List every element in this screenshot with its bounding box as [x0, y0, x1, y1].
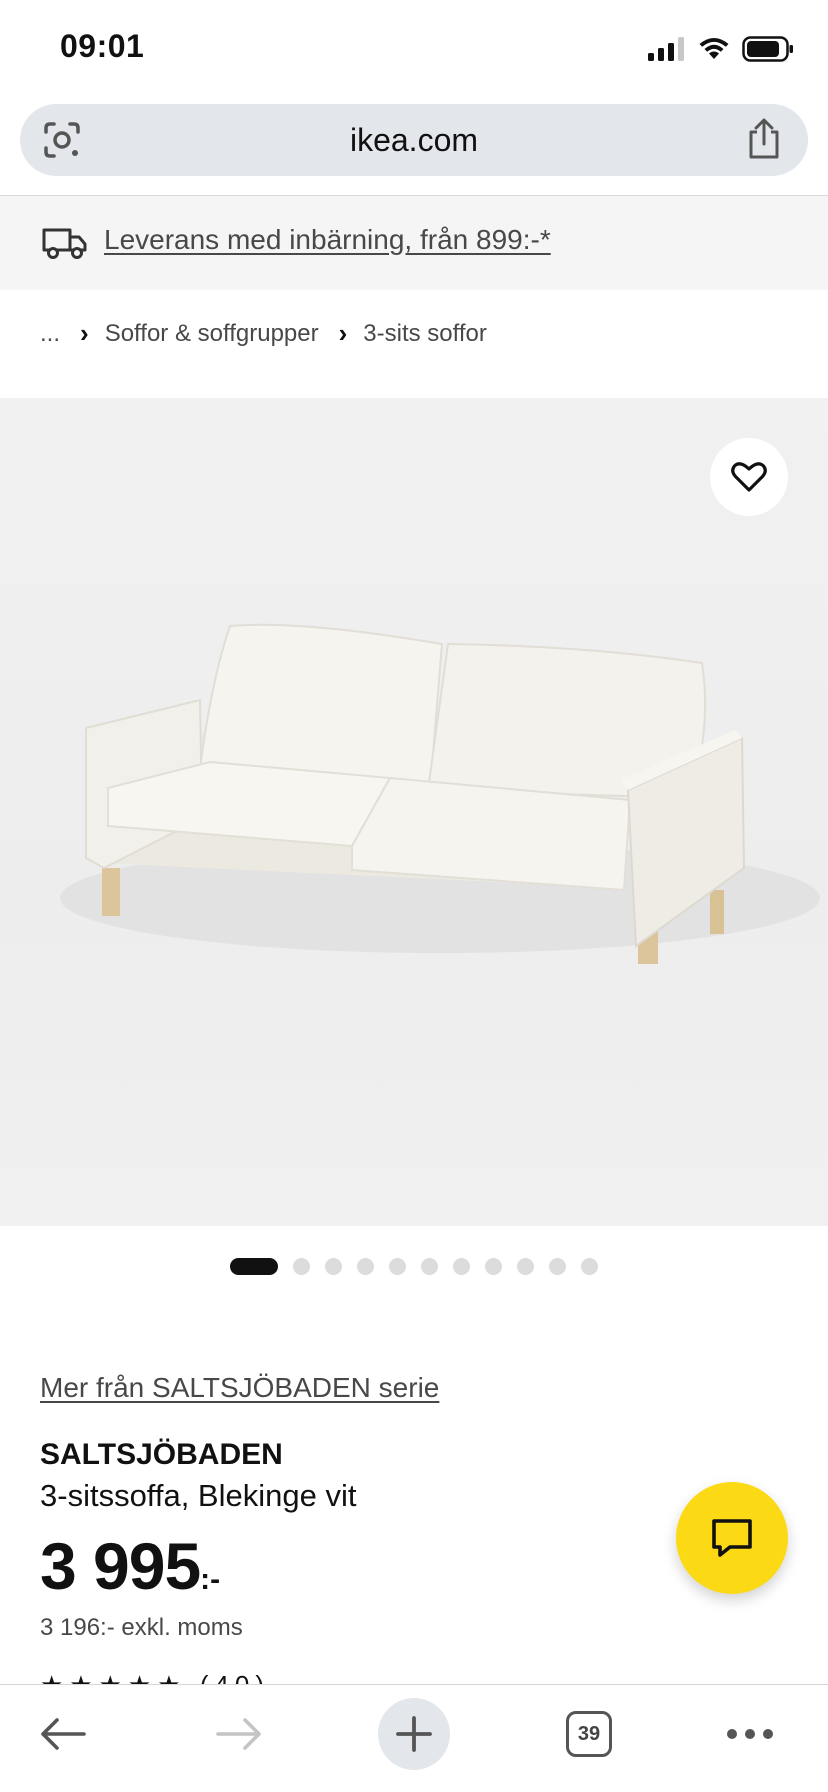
carousel-dot[interactable]	[581, 1258, 598, 1275]
breadcrumb: ... › Soffor & soffgrupper › 3-sits soff…	[40, 318, 487, 349]
carousel-dot-active[interactable]	[230, 1258, 278, 1275]
carousel-dot[interactable]	[389, 1258, 406, 1275]
series-link[interactable]: Mer från SALTSJÖBADEN serie	[40, 1372, 439, 1404]
status-bar: 09:01	[0, 0, 828, 96]
chat-icon	[712, 1519, 752, 1557]
share-icon[interactable]	[746, 118, 782, 160]
carousel-dot[interactable]	[517, 1258, 534, 1275]
url-text[interactable]: ikea.com	[20, 122, 808, 159]
carousel-dot[interactable]	[421, 1258, 438, 1275]
back-button[interactable]	[30, 1695, 96, 1773]
carousel-dot[interactable]	[357, 1258, 374, 1275]
delivery-link[interactable]: Leverans med inbärning, från 899:-*	[104, 224, 551, 256]
carousel-dot[interactable]	[549, 1258, 566, 1275]
price-main: 3 995	[40, 1529, 201, 1603]
product-image[interactable]	[0, 398, 828, 1226]
favorite-button[interactable]	[710, 438, 788, 516]
heart-icon	[731, 462, 767, 492]
status-icons	[648, 36, 794, 62]
browser-toolbar: 39	[0, 1684, 828, 1792]
plus-icon	[396, 1716, 432, 1752]
wifi-icon	[699, 38, 729, 59]
sofa-illustration	[60, 623, 820, 964]
breadcrumb-ellipsis[interactable]: ...	[40, 320, 60, 348]
price-excl-vat: 3 196:- exkl. moms	[40, 1614, 243, 1641]
breadcrumb-item-3-seat-sofas[interactable]: 3-sits soffor	[363, 320, 487, 348]
arrow-left-icon	[41, 1718, 86, 1750]
battery-icon	[742, 36, 793, 62]
product-description: 3-sitssoffa, Blekinge vit	[40, 1478, 357, 1513]
chat-button[interactable]	[676, 1482, 788, 1594]
carousel-dots[interactable]	[230, 1258, 598, 1275]
chevron-right-icon: ›	[80, 318, 89, 348]
tabs-icon: 39	[566, 1711, 612, 1757]
signal-icon	[648, 37, 684, 61]
product-price: 3 995:-	[40, 1528, 220, 1604]
product-name: SALTSJÖBADEN	[40, 1438, 283, 1471]
status-time: 09:01	[60, 28, 145, 64]
arrow-right-icon	[216, 1718, 261, 1750]
breadcrumb-item-sofas[interactable]: Soffor & soffgrupper	[105, 320, 319, 348]
more-icon	[727, 1729, 773, 1739]
carousel-dot[interactable]	[293, 1258, 310, 1275]
address-bar[interactable]: ikea.com	[20, 104, 808, 176]
new-tab-button[interactable]	[378, 1698, 450, 1770]
tabs-button[interactable]: 39	[562, 1695, 616, 1773]
tab-count: 39	[577, 1722, 601, 1745]
carousel-dot[interactable]	[325, 1258, 342, 1275]
chevron-right-icon: ›	[338, 318, 348, 348]
carousel-dot[interactable]	[453, 1258, 470, 1275]
forward-button[interactable]	[206, 1695, 272, 1773]
price-suffix: :-	[200, 1563, 221, 1596]
truck-icon	[42, 228, 87, 259]
carousel-dot[interactable]	[485, 1258, 502, 1275]
delivery-banner[interactable]: Leverans med inbärning, från 899:-*	[0, 196, 828, 290]
more-button[interactable]	[722, 1695, 778, 1773]
